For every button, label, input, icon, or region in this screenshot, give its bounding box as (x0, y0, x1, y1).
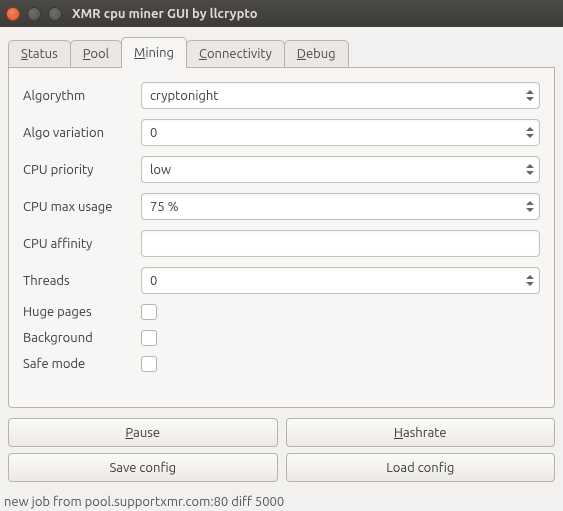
safe-mode-label: Safe mode (23, 357, 141, 371)
threads-value: 0 (150, 274, 157, 288)
algorythm-combo[interactable]: cryptonight (141, 82, 540, 109)
cpu-max-usage-value: 75 % (150, 200, 179, 214)
tab-debug[interactable]: Debug (284, 40, 349, 67)
tab-label: ebug (306, 47, 336, 61)
window-title: XMR cpu miner GUI by llcrypto (72, 7, 258, 21)
algo-variation-label: Algo variation (23, 126, 141, 140)
tab-connectivity[interactable]: Connectivity (186, 40, 285, 67)
cpu-priority-value: low (150, 163, 171, 177)
huge-pages-checkbox[interactable] (141, 304, 157, 320)
algorythm-value: cryptonight (150, 89, 218, 103)
tab-label: ool (90, 47, 109, 61)
save-config-button[interactable]: Save config (8, 453, 278, 482)
threads-spinner[interactable]: 0 (141, 267, 540, 294)
tab-label: tatus (28, 47, 58, 61)
tab-mining[interactable]: Mining (121, 37, 187, 67)
huge-pages-label: Huge pages (23, 305, 141, 319)
background-label: Background (23, 331, 141, 345)
status-bar: new job from pool.supportxmr.com:80 diff… (0, 490, 563, 511)
titlebar: XMR cpu miner GUI by llcrypto (0, 0, 563, 27)
cpu-max-usage-spinner[interactable]: 75 % (141, 193, 540, 220)
cpu-priority-combo[interactable]: low (141, 156, 540, 183)
window-minimize-icon[interactable] (27, 7, 41, 21)
cpu-max-usage-label: CPU max usage (23, 200, 141, 214)
algorythm-label: Algorythm (23, 89, 141, 103)
button-label: ause (133, 426, 160, 440)
chevron-updown-icon[interactable] (521, 194, 539, 219)
tab-label: ining (145, 46, 174, 60)
button-label: Load config (386, 461, 454, 475)
hashrate-button[interactable]: Hashrate (286, 418, 556, 447)
mining-panel: Algorythm cryptonight Algo variation 0 C… (8, 68, 555, 408)
window-close-icon[interactable] (6, 7, 20, 21)
load-config-button[interactable]: Load config (286, 453, 556, 482)
algo-variation-spinner[interactable]: 0 (141, 119, 540, 146)
cpu-affinity-label: CPU affinity (23, 237, 141, 251)
cpu-affinity-input[interactable] (141, 230, 540, 257)
button-label: Save config (109, 461, 176, 475)
tab-pool[interactable]: Pool (70, 40, 122, 67)
chevron-updown-icon[interactable] (521, 157, 539, 182)
threads-label: Threads (23, 274, 141, 288)
chevron-updown-icon[interactable] (521, 83, 539, 108)
tab-label: onnectivity (207, 47, 272, 61)
chevron-updown-icon[interactable] (521, 268, 539, 293)
chevron-updown-icon[interactable] (521, 120, 539, 145)
background-checkbox[interactable] (141, 330, 157, 346)
tab-status[interactable]: Status (8, 40, 71, 67)
button-label: ashrate (403, 426, 447, 440)
pause-button[interactable]: Pause (8, 418, 278, 447)
cpu-priority-label: CPU priority (23, 163, 141, 177)
window-maximize-icon[interactable] (48, 7, 62, 21)
tabstrip: Status Pool Mining Connectivity Debug (8, 37, 555, 68)
safe-mode-checkbox[interactable] (141, 356, 157, 372)
algo-variation-value: 0 (150, 126, 157, 140)
